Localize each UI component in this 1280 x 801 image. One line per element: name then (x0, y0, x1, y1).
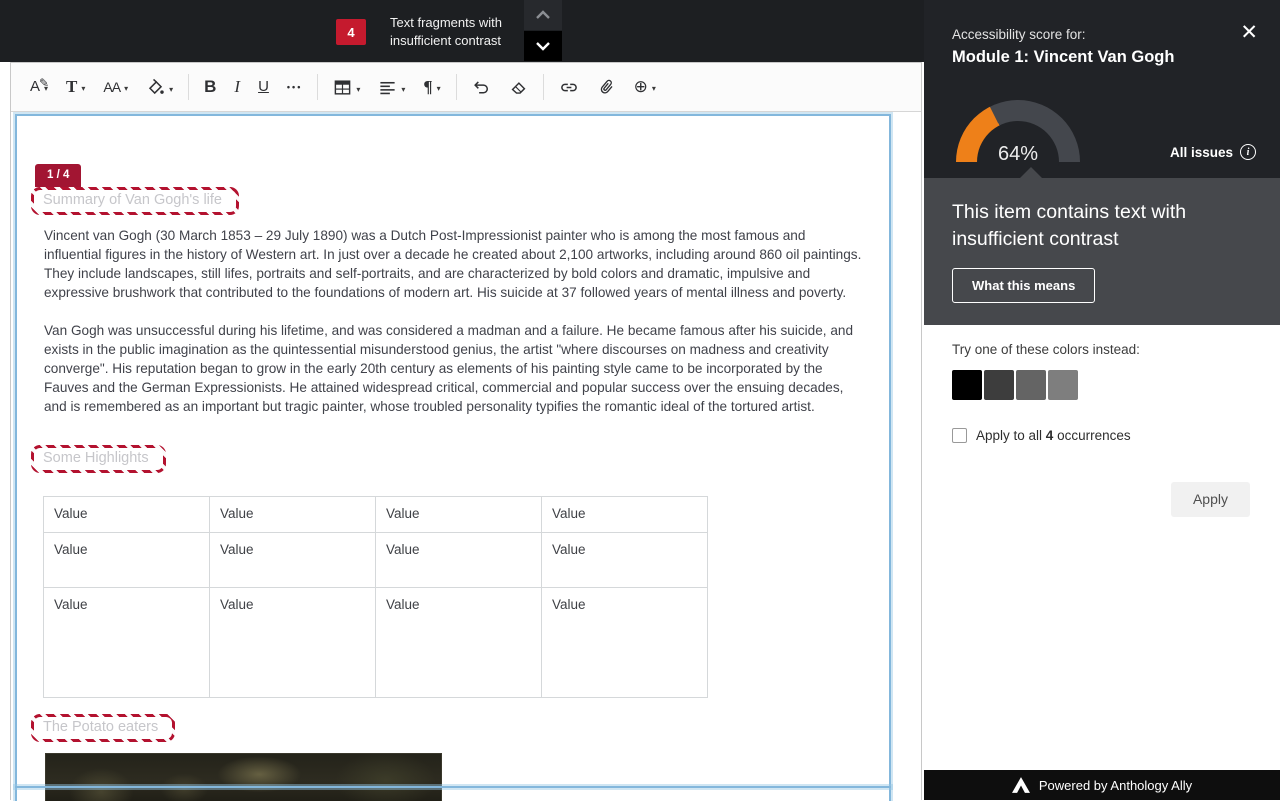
table-cell[interactable]: Value (210, 533, 376, 588)
apply-button[interactable]: Apply (1171, 482, 1250, 517)
close-panel-button[interactable]: ✕ (1240, 22, 1258, 44)
toolbar-divider (317, 74, 318, 100)
table-cell[interactable]: Value (210, 497, 376, 533)
score-value: 64% (956, 143, 1080, 166)
table-cell[interactable]: Value (542, 588, 708, 698)
align-button[interactable]: ▾ (369, 72, 414, 103)
flagged-heading-potato-eaters[interactable]: The Potato eaters (31, 714, 175, 742)
footer-label: Powered by Anthology Ally (1039, 778, 1192, 793)
underline-button[interactable]: U (249, 72, 278, 102)
paragraph-format-button[interactable]: ¶ ▾ (414, 72, 449, 102)
issue-position-badge: 1 / 4 (35, 164, 81, 187)
table-cell[interactable]: Value (376, 497, 542, 533)
module-title: Module 1: Vincent Van Gogh (952, 48, 1174, 67)
apply-all-label: Apply to all 4 occurrences (976, 428, 1131, 443)
table-cell[interactable]: Value (44, 497, 210, 533)
paragraph-van-gogh-bio[interactable]: Vincent van Gogh (30 March 1853 – 29 Jul… (44, 226, 862, 302)
flagged-heading-highlights[interactable]: Some Highlights (31, 445, 166, 473)
color-swatch-dark-gray[interactable] (984, 370, 1014, 400)
issue-type-label: Text fragments with insufficient contras… (390, 14, 502, 50)
underline-icon: U (258, 78, 269, 96)
document-canvas[interactable]: 1 / 4 Summary of Van Gogh's life Vincent… (15, 114, 891, 801)
link-button[interactable] (550, 72, 588, 103)
clear-formatting-button[interactable] (500, 72, 537, 103)
text-color-icon: A✎ (30, 78, 40, 96)
previous-issue-button[interactable] (524, 0, 562, 30)
bold-button[interactable]: B (195, 72, 225, 102)
color-swatch-black[interactable] (952, 370, 982, 400)
table-cell[interactable]: Value (44, 533, 210, 588)
attachment-button[interactable] (588, 72, 625, 103)
table-cell[interactable]: Value (376, 533, 542, 588)
color-suggestion-section: Try one of these colors instead: Apply t… (924, 325, 1280, 443)
info-icon: i (1240, 144, 1256, 160)
italic-icon: I (234, 78, 240, 96)
font-size-icon: AA (103, 78, 120, 96)
what-this-means-button[interactable]: What this means (952, 268, 1095, 303)
undo-icon (472, 78, 491, 97)
score-section: Accessibility score for: Module 1: Vince… (924, 0, 1280, 178)
issue-message-section: This item contains text with insufficien… (924, 178, 1280, 325)
text-style-button[interactable]: T ▾ (57, 72, 94, 102)
align-left-icon (378, 78, 397, 97)
insert-content-button[interactable]: ⊕ ▾ (625, 72, 665, 102)
issue-message: This item contains text with insufficien… (952, 199, 1212, 252)
rich-text-editor: A✎ ▾ T ▾ AA ▾ ▾ B I U ••• ▾ (10, 62, 922, 800)
undo-button[interactable] (463, 72, 500, 103)
text-color-button[interactable]: A✎ ▾ (21, 72, 57, 102)
apply-all-checkbox[interactable] (952, 428, 967, 443)
issue-count-badge: 4 (336, 19, 366, 45)
all-issues-button[interactable]: All issues i (1170, 144, 1256, 160)
table-button[interactable]: ▾ (324, 72, 369, 103)
ally-footer: Powered by Anthology Ally (924, 770, 1280, 800)
ally-accessibility-panel: Accessibility score for: Module 1: Vince… (924, 0, 1280, 800)
paragraph-icon: ¶ (423, 78, 432, 96)
toolbar-divider (188, 74, 189, 100)
next-issue-button[interactable] (524, 31, 562, 61)
flagged-heading-summary[interactable]: Summary of Van Gogh's life (31, 187, 239, 215)
editor-toolbar: A✎ ▾ T ▾ AA ▾ ▾ B I U ••• ▾ (11, 63, 921, 112)
table-cell[interactable]: Value (542, 497, 708, 533)
color-swatch-row (952, 370, 1252, 400)
score-section-label: Accessibility score for: (952, 27, 1086, 42)
paperclip-icon (597, 78, 616, 97)
table-row: Value Value Value Value (44, 533, 708, 588)
potato-eaters-painting-image (45, 753, 442, 801)
toolbar-divider (456, 74, 457, 100)
suggestion-label: Try one of these colors instead: (952, 342, 1252, 357)
bold-icon: B (204, 78, 216, 96)
color-swatch-gray[interactable] (1016, 370, 1046, 400)
table-cell[interactable]: Value (542, 533, 708, 588)
table-row: Value Value Value Value (44, 497, 708, 533)
apply-all-row: Apply to all 4 occurrences (952, 428, 1252, 443)
editor-selection-border (15, 786, 891, 788)
paint-bucket-icon (146, 78, 165, 97)
paragraph-van-gogh-legacy[interactable]: Van Gogh was unsuccessful during his lif… (44, 321, 862, 416)
table-cell[interactable]: Value (376, 588, 542, 698)
close-icon: ✕ (1240, 21, 1258, 44)
italic-button[interactable]: I (225, 72, 249, 102)
text-style-icon: T (66, 78, 77, 96)
table-icon (333, 78, 352, 97)
ellipsis-icon: ••• (287, 78, 302, 96)
highlight-color-button[interactable]: ▾ (137, 72, 182, 103)
table-row: Value Value Value Value (44, 588, 708, 698)
eraser-icon (509, 78, 528, 97)
message-pointer-notch (1020, 167, 1042, 178)
link-icon (559, 78, 579, 97)
chevron-up-icon (535, 10, 551, 20)
anthology-logo-icon (1012, 777, 1030, 793)
table-cell[interactable]: Value (44, 588, 210, 698)
accessibility-score-gauge: 64% (956, 100, 1080, 166)
font-size-button[interactable]: AA ▾ (94, 72, 137, 102)
color-swatch-light-gray[interactable] (1048, 370, 1078, 400)
toolbar-divider (543, 74, 544, 100)
chevron-down-icon (535, 41, 551, 51)
highlights-table[interactable]: Value Value Value Value Value Value Valu… (43, 496, 708, 698)
plus-circle-icon: ⊕ (634, 78, 648, 96)
table-cell[interactable]: Value (210, 588, 376, 698)
more-formatting-button[interactable]: ••• (278, 72, 311, 102)
